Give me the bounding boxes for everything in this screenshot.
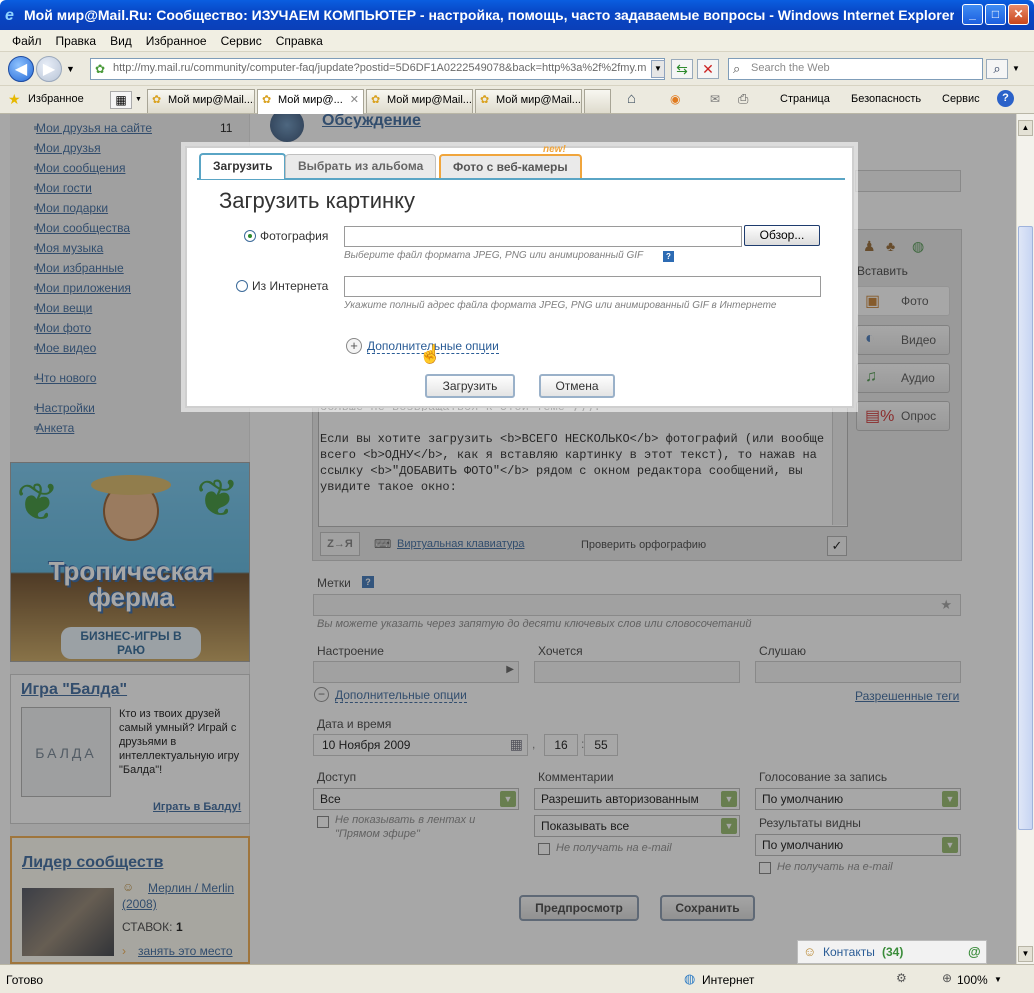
search-input[interactable]: ⌕ Search the Web — [728, 58, 983, 80]
photo-help-icon[interactable]: ? — [663, 251, 674, 262]
browser-tab-3[interactable]: ✿ Мой мир@Mail.... — [366, 89, 473, 113]
image-url-input[interactable] — [344, 276, 821, 297]
tab-favicon-icon: ✿ — [262, 94, 272, 106]
contacts-count: (34) — [882, 945, 904, 959]
refresh-icon[interactable]: ⇆ — [671, 59, 693, 79]
favorites-star-icon[interactable]: ★ — [8, 91, 21, 108]
menu-help[interactable]: Справка — [276, 34, 323, 48]
protected-mode-icon[interactable]: ⚙ — [896, 971, 907, 985]
feeds-icon[interactable]: ◉ — [670, 92, 680, 106]
photo-hint: Выберите файл формата JPEG, PNG или аним… — [344, 250, 644, 261]
status-bar: Готово ◍ Интернет ⚙ ⊕ 100% ▼ — [0, 964, 1034, 993]
history-dropdown-icon[interactable]: ▼ — [66, 64, 75, 74]
tab-label: Мой мир@Mail.... — [387, 94, 473, 106]
menu-tools[interactable]: Сервис — [221, 34, 262, 48]
file-path-input[interactable] — [344, 226, 742, 247]
radio-photo[interactable] — [244, 230, 256, 242]
scroll-thumb[interactable] — [1018, 226, 1033, 830]
zoom-icon[interactable]: ⊕ — [942, 971, 952, 985]
contacts-icon: ☺ — [803, 944, 817, 959]
tab-upload[interactable]: Загрузить — [199, 153, 287, 179]
search-placeholder: Search the Web — [751, 62, 830, 74]
tab-underline — [197, 178, 845, 180]
menu-favorites[interactable]: Избранное — [146, 34, 207, 48]
forward-button[interactable]: ▶ — [36, 56, 62, 82]
quick-tabs-icon[interactable]: ▦ — [110, 91, 132, 109]
window-titlebar: e Мой мир@Mail.Ru: Сообщество: ИЗУЧАЕМ К… — [0, 0, 1034, 30]
help-icon[interactable]: ? — [997, 90, 1014, 107]
upload-button[interactable]: Загрузить — [425, 374, 515, 398]
tab-favicon-icon: ✿ — [152, 94, 162, 106]
stop-icon[interactable]: ✕ — [697, 59, 719, 79]
tab-label: Мой мир@... — [278, 94, 343, 106]
maximize-button[interactable]: □ — [985, 4, 1006, 25]
close-button[interactable]: ✕ — [1008, 4, 1029, 25]
tab-list-dropdown-icon[interactable]: ▼ — [135, 96, 142, 103]
zoom-dropdown-icon[interactable]: ▼ — [994, 975, 1002, 984]
contacts-bar[interactable]: ☺ Контакты (34) @ — [797, 940, 987, 964]
favorites-tab-bar: ★ Избранное ▦ ▼ ✿ Мой мир@Mail.... ✿ Мой м… — [0, 86, 1034, 114]
browser-tab-1[interactable]: ✿ Мой мир@Mail.... — [147, 89, 255, 113]
tools-menu[interactable]: Сервис — [942, 93, 980, 105]
ie-logo-icon: e — [5, 7, 14, 24]
radio-internet-label[interactable]: Из Интернета — [252, 279, 328, 293]
favorites-label[interactable]: Избранное — [28, 93, 84, 105]
expand-options-icon[interactable]: + — [346, 338, 362, 354]
page-scrollbar[interactable]: ▲ ▼ — [1016, 114, 1034, 964]
read-mail-icon[interactable]: ✉ — [710, 92, 720, 106]
tab-favicon-icon: ✿ — [480, 94, 490, 106]
zoom-level[interactable]: 100% — [957, 973, 988, 987]
search-options-icon[interactable]: ▼ — [1012, 64, 1020, 73]
search-go-icon[interactable]: ⌕ — [986, 59, 1008, 79]
back-button[interactable]: ◀ — [8, 56, 34, 82]
radio-internet[interactable] — [236, 280, 248, 292]
dialog-title: Загрузить картинку — [219, 188, 416, 213]
contacts-label: Контакты — [823, 945, 875, 959]
address-input[interactable]: ✿ http://my.mail.ru/community/computer-f… — [90, 58, 665, 80]
scroll-up-icon[interactable]: ▲ — [1018, 120, 1033, 136]
scroll-down-icon[interactable]: ▼ — [1018, 946, 1033, 962]
window-title: Мой мир@Mail.Ru: Сообщество: ИЗУЧАЕМ КОМ… — [24, 7, 954, 23]
status-text: Готово — [6, 973, 44, 987]
tab-close-icon[interactable]: ✕ — [350, 93, 359, 106]
address-dropdown-icon[interactable]: ▼ — [651, 60, 665, 78]
browser-tab-4[interactable]: ✿ Мой мир@Mail.... — [475, 89, 582, 113]
tab-label: Мой мир@Mail.... — [168, 94, 255, 106]
tab-favicon-icon: ✿ — [371, 94, 381, 106]
browse-button[interactable]: Обзор... — [744, 225, 820, 246]
address-toolbar: ◀ ▶ ▼ ✿ http://my.mail.ru/community/comp… — [0, 52, 1034, 86]
address-url: http://my.mail.ru/community/computer-faq… — [113, 62, 647, 74]
radio-photo-label[interactable]: Фотография — [260, 229, 328, 243]
page-menu[interactable]: Страница — [780, 93, 830, 105]
cancel-button[interactable]: Отмена — [539, 374, 615, 398]
internet-hint: Укажите полный адрес файла формата JPEG,… — [344, 300, 777, 311]
internet-zone-icon: ◍ — [684, 971, 696, 986]
upload-image-dialog: Загрузить Выбрать из альбома Фото с веб-… — [185, 144, 854, 408]
menu-file[interactable]: Файл — [12, 34, 42, 48]
agent-icon[interactable]: @ — [968, 944, 981, 959]
zone-label: Интернет — [702, 973, 755, 987]
page-viewport: Мои друзья на сайте 11 Мои друзья Мои соо… — [0, 114, 1016, 964]
search-icon: ⌕ — [733, 61, 741, 76]
menu-bar: Файл Правка Вид Избранное Сервис Справка — [0, 30, 1034, 52]
tab-webcam[interactable]: Фото с веб-камеры — [439, 154, 582, 178]
minimize-button[interactable]: _ — [962, 4, 983, 25]
new-tab-button[interactable] — [584, 89, 611, 113]
menu-edit[interactable]: Правка — [56, 34, 97, 48]
tab-label: Мой мир@Mail.... — [496, 94, 582, 106]
browser-tab-2-active[interactable]: ✿ Мой мир@... ✕ — [257, 89, 364, 114]
print-icon[interactable]: ⎙ — [738, 91, 748, 107]
home-icon[interactable]: ⌂ — [627, 90, 636, 107]
hand-cursor-icon: ☝ — [419, 344, 442, 364]
menu-view[interactable]: Вид — [110, 34, 132, 48]
tab-from-album[interactable]: Выбрать из альбома — [285, 154, 437, 178]
security-menu[interactable]: Безопасность — [851, 93, 921, 105]
mailru-favicon-icon: ✿ — [95, 62, 106, 76]
new-badge: new! — [543, 144, 566, 155]
